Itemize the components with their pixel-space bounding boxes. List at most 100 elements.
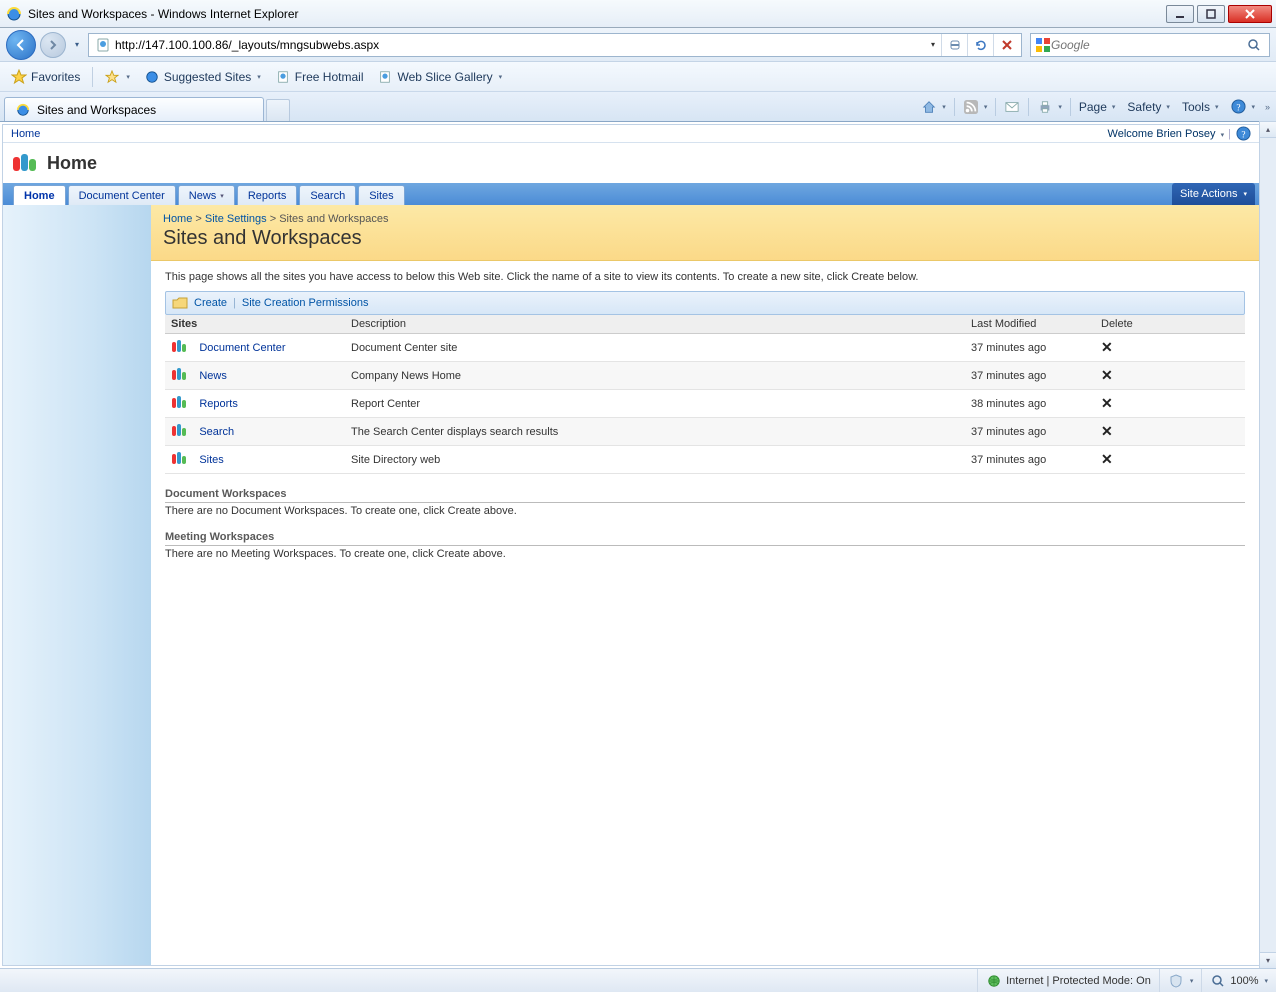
suggested-sites-link[interactable]: Suggested Sites ▾	[138, 66, 267, 88]
breadcrumb: Home > Site Settings > Sites and Workspa…	[163, 213, 1247, 225]
scroll-down-button[interactable]: ▾	[1259, 952, 1276, 969]
delete-button[interactable]: ✕	[1101, 395, 1113, 411]
page-icon	[275, 69, 291, 85]
table-row: ReportsReport Center38 minutes ago✕	[165, 390, 1245, 418]
feeds-button[interactable]: ▾	[957, 95, 994, 119]
security-zone[interactable]: Internet | Protected Mode: On	[977, 969, 1159, 992]
site-creation-permissions-link[interactable]: Site Creation Permissions	[242, 297, 369, 309]
close-button[interactable]	[1228, 5, 1272, 23]
help-button[interactable]: ?▾	[1224, 95, 1261, 119]
site-title: Home	[47, 153, 97, 174]
home-icon	[921, 99, 937, 115]
arrow-left-icon	[14, 38, 28, 52]
delete-button[interactable]: ✕	[1101, 423, 1113, 439]
site-link[interactable]: News	[199, 370, 227, 382]
suggested-sites-label: Suggested Sites	[164, 70, 251, 84]
site-link[interactable]: Sites	[199, 454, 223, 466]
chevron-down-icon: ▾	[1166, 103, 1170, 111]
magnifier-icon	[1210, 973, 1226, 989]
expand-button[interactable]: »	[1261, 98, 1272, 116]
table-row: Document CenterDocument Center site37 mi…	[165, 334, 1245, 362]
site-modified: 37 minutes ago	[965, 446, 1095, 474]
main-area: Home > Site Settings > Sites and Workspa…	[3, 205, 1259, 965]
global-home-link[interactable]: Home	[11, 128, 40, 140]
delete-button[interactable]: ✕	[1101, 339, 1113, 355]
window-titlebar: Sites and Workspaces - Windows Internet …	[0, 0, 1276, 28]
meeting-workspaces-message: There are no Meeting Workspaces. To crea…	[165, 548, 1245, 560]
tab-document-center[interactable]: Document Center	[68, 185, 176, 205]
compat-view-button[interactable]	[941, 34, 967, 56]
tools-menu[interactable]: Tools▾	[1176, 96, 1225, 118]
free-hotmail-link[interactable]: Free Hotmail	[269, 66, 370, 88]
document-workspaces-message: There are no Document Workspaces. To cre…	[165, 505, 1245, 517]
chevron-down-icon: ▾	[1190, 977, 1194, 985]
col-delete: Delete	[1095, 315, 1245, 334]
shield-icon	[1168, 973, 1184, 989]
site-icon	[171, 422, 187, 438]
browser-tab[interactable]: Sites and Workspaces	[4, 97, 264, 121]
page-description: This page shows all the sites you have a…	[165, 271, 1245, 283]
home-button[interactable]: ▾	[915, 95, 952, 119]
site-icon	[171, 338, 187, 354]
browser-search-input[interactable]	[1051, 38, 1243, 52]
page-icon	[377, 69, 393, 85]
nav-history-dropdown[interactable]: ▾	[70, 35, 84, 55]
page-menu[interactable]: Page▾	[1073, 96, 1122, 118]
vertical-scrollbar[interactable]: ▴ ▾	[1259, 122, 1276, 968]
back-button[interactable]	[6, 30, 36, 60]
stop-button[interactable]	[993, 34, 1019, 56]
refresh-button[interactable]	[967, 34, 993, 56]
site-actions-menu[interactable]: Site Actions ▾	[1172, 183, 1255, 205]
tab-home[interactable]: Home	[13, 185, 66, 205]
safety-menu[interactable]: Safety▾	[1121, 96, 1176, 118]
col-last-modified: Last Modified	[965, 315, 1095, 334]
address-toolbar: ▾ ▾	[0, 28, 1276, 62]
mail-icon	[1004, 99, 1020, 115]
crumb-home[interactable]: Home	[163, 213, 192, 225]
url-input[interactable]	[115, 38, 925, 52]
minimize-button[interactable]	[1166, 5, 1194, 23]
delete-button[interactable]: ✕	[1101, 367, 1113, 383]
zoom-control[interactable]: 100% ▾	[1201, 969, 1276, 992]
site-link[interactable]: Document Center	[199, 342, 285, 354]
crumb-site-settings[interactable]: Site Settings	[205, 213, 267, 225]
print-button[interactable]: ▾	[1031, 95, 1068, 119]
browser-search-box	[1030, 33, 1270, 57]
page-menu-label: Page	[1079, 100, 1107, 114]
add-favorite-button[interactable]: ▾	[98, 66, 136, 88]
address-dropdown[interactable]: ▾	[925, 40, 941, 49]
scroll-up-button[interactable]: ▴	[1259, 121, 1276, 138]
favorites-button[interactable]: Favorites	[4, 65, 87, 89]
read-mail-button[interactable]	[998, 95, 1026, 119]
forward-button[interactable]	[40, 32, 66, 58]
tab-search[interactable]: Search	[299, 185, 356, 205]
site-modified: 37 minutes ago	[965, 418, 1095, 446]
tab-reports[interactable]: Reports	[237, 185, 298, 205]
site-link[interactable]: Reports	[199, 398, 238, 410]
maximize-button[interactable]	[1197, 5, 1225, 23]
new-tab-button[interactable]	[266, 99, 290, 121]
help-icon[interactable]: ?	[1235, 126, 1251, 142]
create-link[interactable]: Create	[194, 297, 227, 309]
site-description: Document Center site	[345, 334, 965, 362]
chevron-down-icon: ▾	[1264, 977, 1268, 985]
sites-table: Sites Description Last Modified Delete D…	[165, 315, 1245, 474]
page-body: Home Welcome Brien Posey ▾ | ? Home Home…	[2, 124, 1259, 966]
tab-sites[interactable]: Sites	[358, 185, 404, 205]
tab-news[interactable]: News▾	[178, 185, 235, 205]
table-row: SearchThe Search Center displays search …	[165, 418, 1245, 446]
crumb-current: Sites and Workspaces	[279, 213, 388, 225]
chevron-down-icon: ▾	[1243, 190, 1247, 198]
welcome-user[interactable]: Welcome Brien Posey ▾	[1108, 128, 1225, 140]
protected-mode-indicator[interactable]: ▾	[1159, 969, 1202, 992]
site-link[interactable]: Search	[199, 426, 234, 438]
web-slice-link[interactable]: Web Slice Gallery ▾	[371, 66, 508, 88]
search-go-button[interactable]	[1243, 38, 1265, 52]
site-modified: 37 minutes ago	[965, 362, 1095, 390]
star-add-icon	[104, 69, 120, 85]
web-slice-label: Web Slice Gallery	[397, 70, 492, 84]
chevron-right-icon: »	[1265, 102, 1270, 112]
delete-button[interactable]: ✕	[1101, 451, 1113, 467]
ie-icon	[15, 102, 31, 118]
rss-icon	[963, 99, 979, 115]
